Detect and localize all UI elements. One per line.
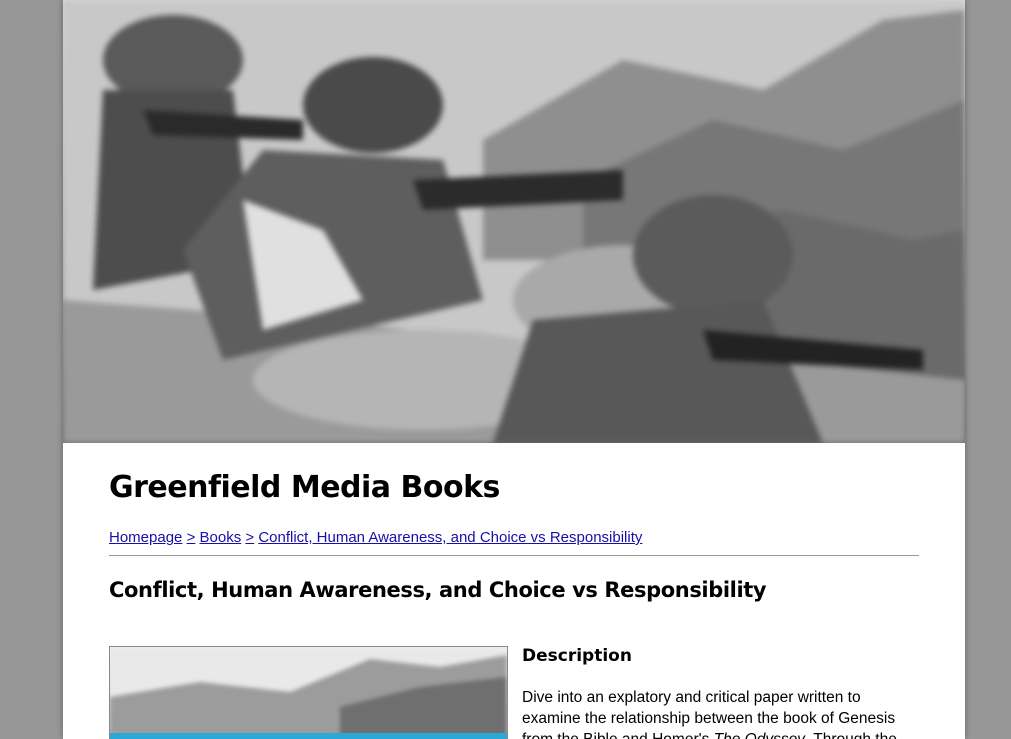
breadcrumb-separator[interactable]: > bbox=[245, 529, 254, 546]
hero-banner-image bbox=[63, 0, 965, 443]
cover-color-band bbox=[110, 733, 507, 739]
breadcrumb-separator[interactable]: > bbox=[187, 529, 196, 546]
description-text: Dive into an explatory and critical pape… bbox=[522, 687, 914, 739]
page-container: Greenfield Media Books Homepage > Books … bbox=[63, 0, 965, 739]
book-title: Conflict, Human Awareness, and Choice vs… bbox=[109, 578, 767, 602]
breadcrumb-link-current-book[interactable]: Conflict, Human Awareness, and Choice vs… bbox=[258, 529, 642, 546]
book-cover-image bbox=[109, 646, 508, 739]
description-italic-title: The Odyssey bbox=[714, 731, 805, 739]
breadcrumb-link-homepage[interactable]: Homepage bbox=[109, 529, 182, 546]
description-heading: Description bbox=[522, 646, 632, 666]
site-title: Greenfield Media Books bbox=[109, 470, 500, 505]
description-text-part2: . Through the bbox=[805, 731, 897, 739]
breadcrumb-link-books[interactable]: Books bbox=[200, 529, 242, 546]
divider bbox=[109, 555, 919, 556]
breadcrumb: Homepage > Books > Conflict, Human Aware… bbox=[109, 529, 642, 546]
